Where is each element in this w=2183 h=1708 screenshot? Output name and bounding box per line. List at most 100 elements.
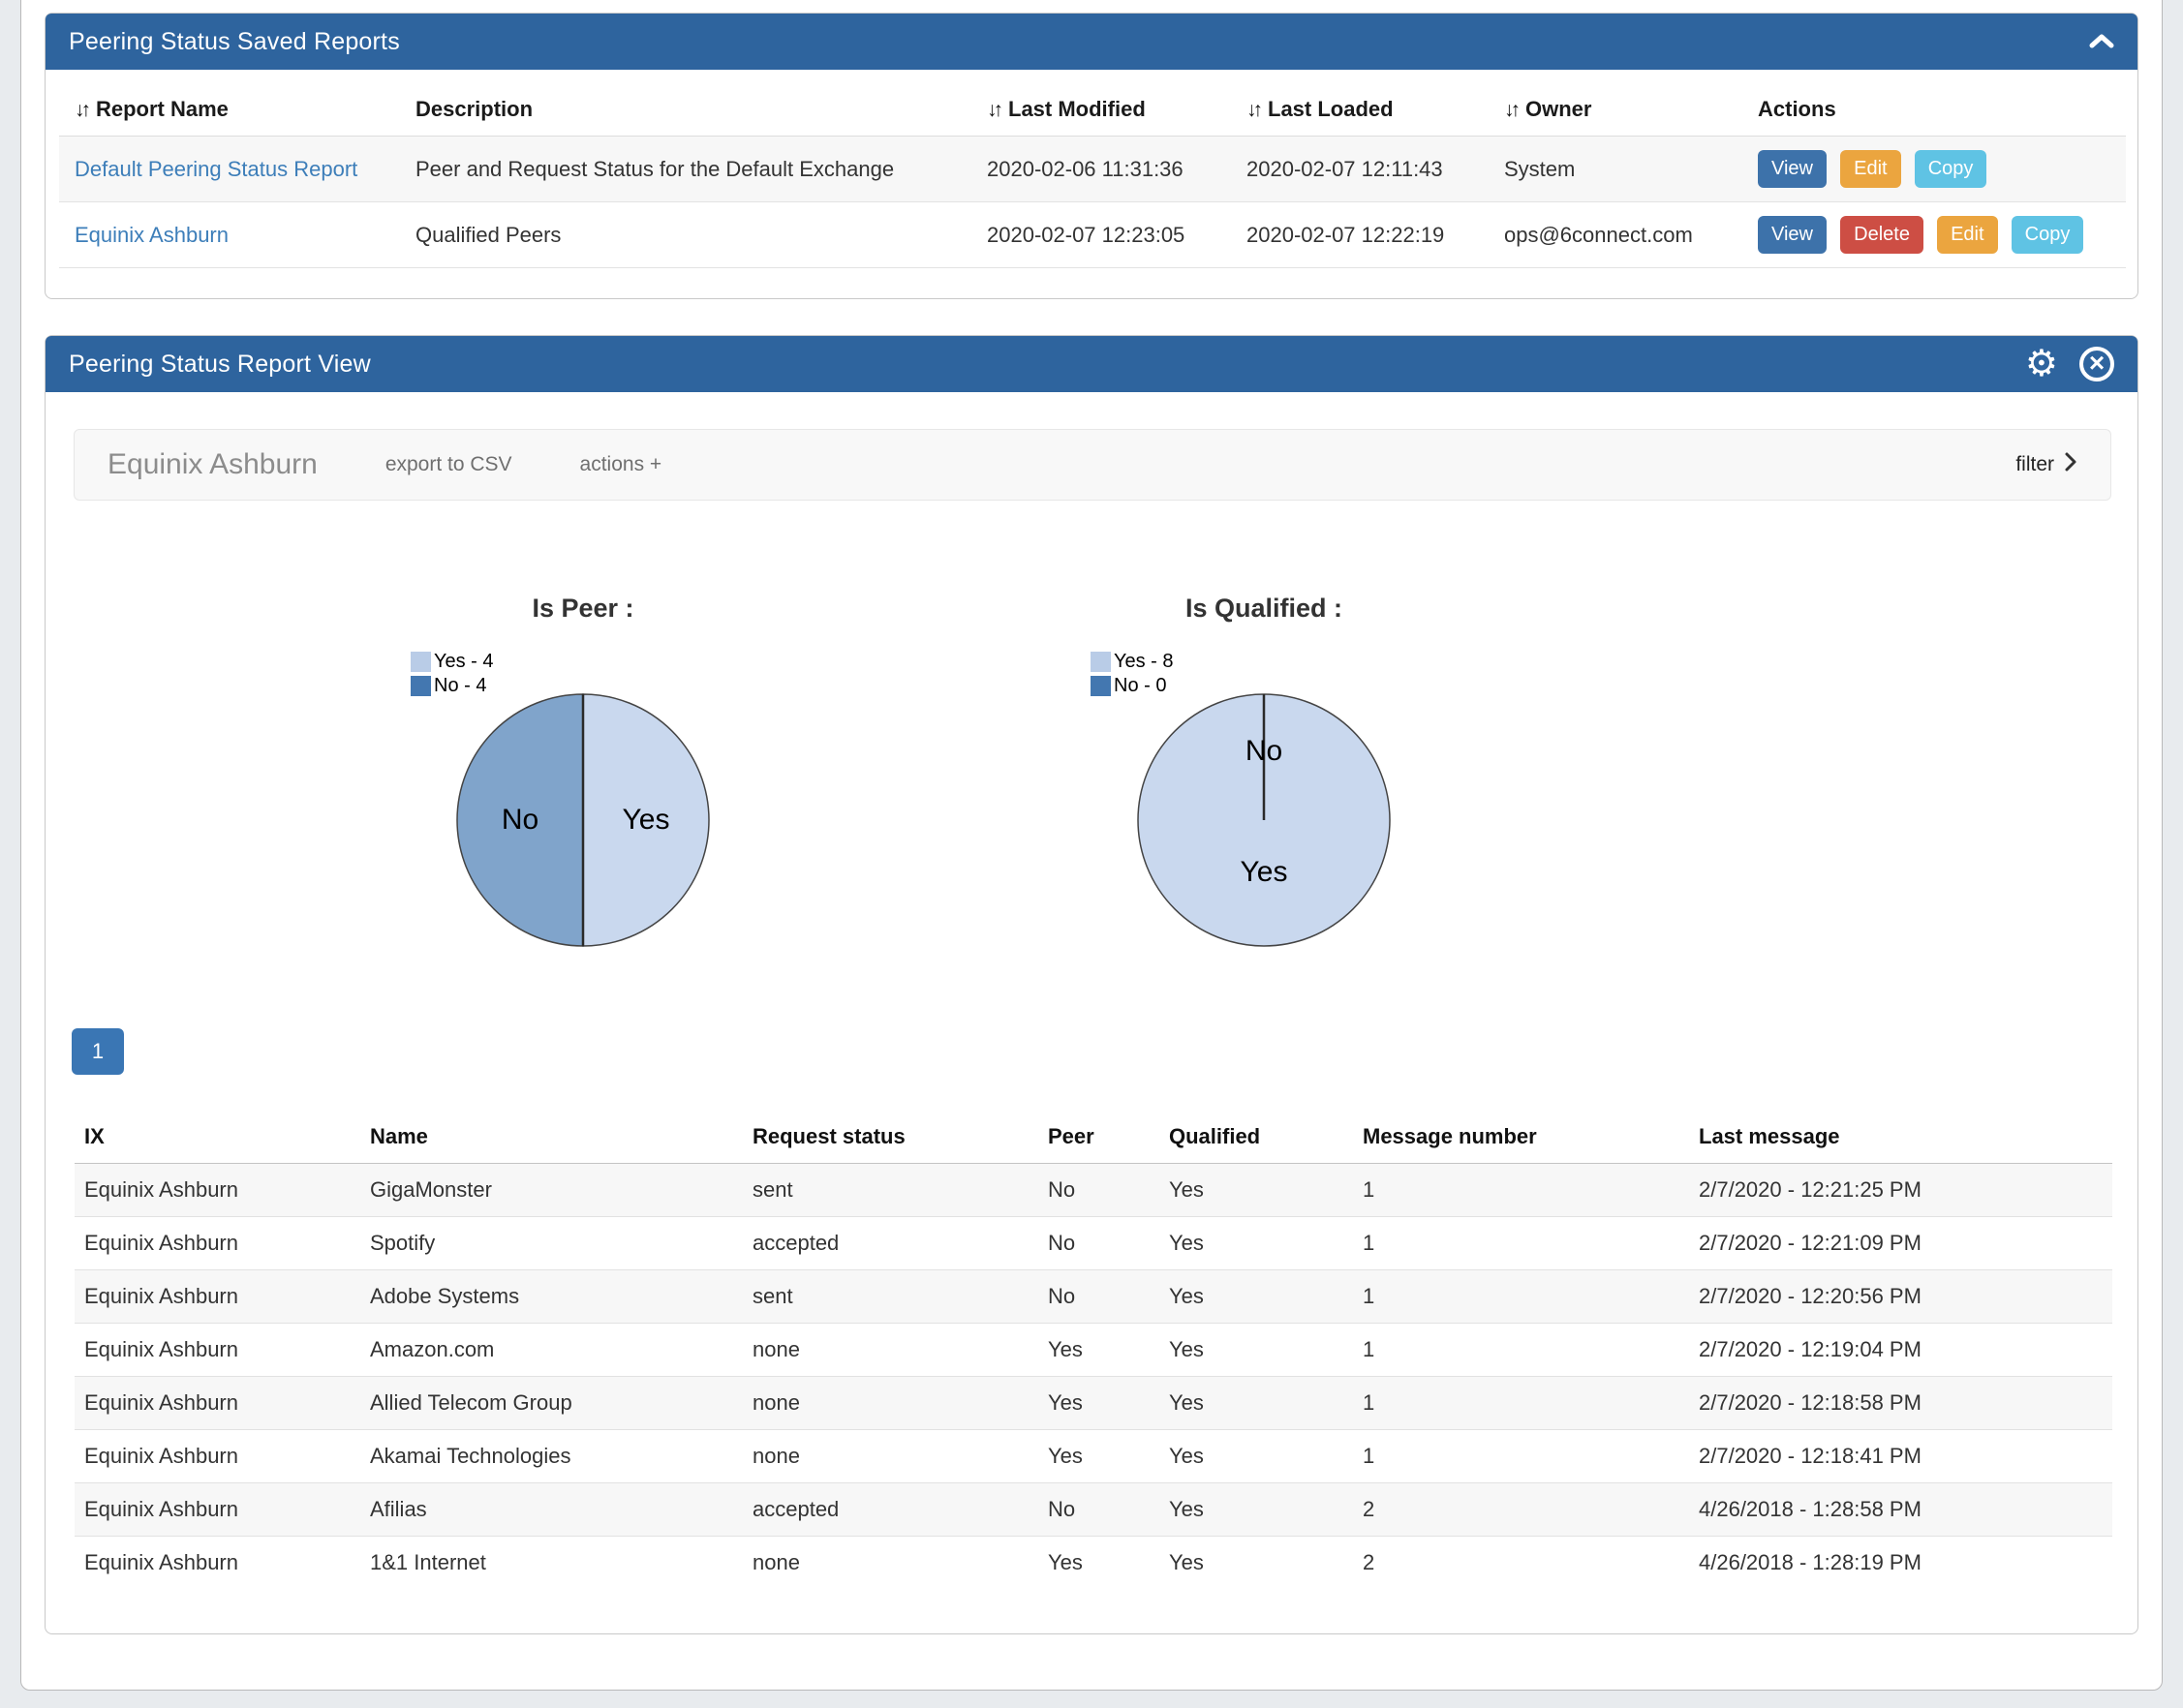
close-icon: × bbox=[2079, 347, 2114, 381]
cell-ix: Equinix Ashburn bbox=[75, 1324, 360, 1377]
report-link[interactable]: Equinix Ashburn bbox=[75, 223, 229, 247]
cell-last-message: 2/7/2020 - 12:18:41 PM bbox=[1689, 1430, 2112, 1483]
cell-request-status: accepted bbox=[743, 1217, 1038, 1270]
saved-reports-header-row: ↓↑Report Name Description ↓↑Last Modifie… bbox=[59, 91, 2126, 137]
cell-last-message: 2/7/2020 - 12:21:09 PM bbox=[1689, 1217, 2112, 1270]
results-table: IX Name Request status Peer Qualified Me… bbox=[75, 1111, 2112, 1589]
cell-name: Amazon.com bbox=[360, 1324, 743, 1377]
settings-button[interactable]: ⚙ bbox=[2025, 346, 2058, 382]
cell-ix: Equinix Ashburn bbox=[75, 1270, 360, 1324]
saved-reports-table: ↓↑Report Name Description ↓↑Last Modifie… bbox=[59, 91, 2126, 268]
cell-actions: View Delete Edit Copy bbox=[1742, 202, 2126, 268]
cell-request-status: sent bbox=[743, 1270, 1038, 1324]
cell-qualified: Yes bbox=[1159, 1164, 1353, 1217]
cell-message-number: 1 bbox=[1353, 1164, 1689, 1217]
chevron-right-icon bbox=[2064, 451, 2077, 478]
column-last-modified[interactable]: ↓↑Last Modified bbox=[971, 91, 1231, 137]
cell-peer: No bbox=[1038, 1270, 1159, 1324]
sort-icon[interactable]: ↓↑ bbox=[75, 99, 87, 121]
column-ix: IX bbox=[75, 1111, 360, 1164]
column-report-name[interactable]: ↓↑Report Name bbox=[59, 91, 400, 137]
actions-menu[interactable]: actions + bbox=[580, 453, 662, 476]
cell-qualified: Yes bbox=[1159, 1377, 1353, 1430]
collapse-panel-button[interactable] bbox=[2089, 33, 2114, 51]
table-row: Equinix Ashburn Afilias accepted No Yes … bbox=[75, 1483, 2112, 1537]
cell-ix: Equinix Ashburn bbox=[75, 1377, 360, 1430]
close-button[interactable]: × bbox=[2079, 347, 2114, 381]
cell-last-message: 4/26/2018 - 1:28:19 PM bbox=[1689, 1537, 2112, 1590]
sort-icon[interactable]: ↓↑ bbox=[987, 99, 999, 121]
pagination-page-1[interactable]: 1 bbox=[72, 1028, 124, 1075]
pie-label-no: No bbox=[1245, 735, 1282, 767]
view-button[interactable]: View bbox=[1758, 216, 1827, 254]
report-view-header: Peering Status Report View ⚙ × bbox=[46, 336, 2137, 392]
cell-peer: Yes bbox=[1038, 1537, 1159, 1590]
cell-request-status: sent bbox=[743, 1164, 1038, 1217]
is-peer-chart: Is Peer : Yes - 4 No - 4 No Yes bbox=[225, 586, 941, 1060]
copy-button[interactable]: Copy bbox=[2012, 216, 2084, 254]
cell-peer: No bbox=[1038, 1483, 1159, 1537]
cell-last-loaded: 2020-02-07 12:11:43 bbox=[1231, 137, 1489, 202]
saved-reports-header: Peering Status Saved Reports bbox=[46, 14, 2137, 70]
cell-peer: No bbox=[1038, 1164, 1159, 1217]
gear-icon: ⚙ bbox=[2025, 346, 2058, 382]
delete-button[interactable]: Delete bbox=[1840, 216, 1923, 254]
report-view-panel: Peering Status Report View ⚙ × Equinix A… bbox=[45, 335, 2138, 1634]
cell-ix: Equinix Ashburn bbox=[75, 1164, 360, 1217]
cell-description: Qualified Peers bbox=[400, 202, 971, 268]
table-row: Equinix Ashburn GigaMonster sent No Yes … bbox=[75, 1164, 2112, 1217]
cell-report-name: Equinix Ashburn bbox=[59, 202, 400, 268]
edit-button[interactable]: Edit bbox=[1937, 216, 1997, 254]
cell-qualified: Yes bbox=[1159, 1270, 1353, 1324]
cell-peer: No bbox=[1038, 1217, 1159, 1270]
column-peer: Peer bbox=[1038, 1111, 1159, 1164]
cell-peer: Yes bbox=[1038, 1430, 1159, 1483]
sort-icon[interactable]: ↓↑ bbox=[1504, 99, 1517, 121]
column-request-status: Request status bbox=[743, 1111, 1038, 1164]
cell-last-message: 2/7/2020 - 12:21:25 PM bbox=[1689, 1164, 2112, 1217]
cell-ix: Equinix Ashburn bbox=[75, 1483, 360, 1537]
cell-message-number: 1 bbox=[1353, 1324, 1689, 1377]
table-row: Equinix Ashburn Allied Telecom Group non… bbox=[75, 1377, 2112, 1430]
edit-button[interactable]: Edit bbox=[1840, 150, 1900, 188]
report-view-title: Peering Status Report View bbox=[69, 351, 371, 379]
cell-qualified: Yes bbox=[1159, 1537, 1353, 1590]
chevron-up-icon bbox=[2089, 33, 2114, 51]
cell-last-modified: 2020-02-07 12:23:05 bbox=[971, 202, 1231, 268]
cell-qualified: Yes bbox=[1159, 1430, 1353, 1483]
filter-toggle[interactable]: filter bbox=[2015, 451, 2077, 478]
chart-title: Is Peer : bbox=[225, 594, 941, 624]
cell-request-status: none bbox=[743, 1324, 1038, 1377]
cell-name: 1&1 Internet bbox=[360, 1537, 743, 1590]
export-csv-link[interactable]: export to CSV bbox=[385, 453, 512, 476]
cell-name: Akamai Technologies bbox=[360, 1430, 743, 1483]
view-button[interactable]: View bbox=[1758, 150, 1827, 188]
pie-chart: No Yes bbox=[455, 692, 711, 948]
cell-owner: ops@6connect.com bbox=[1489, 202, 1742, 268]
column-last-loaded[interactable]: ↓↑Last Loaded bbox=[1231, 91, 1489, 137]
cell-last-loaded: 2020-02-07 12:22:19 bbox=[1231, 202, 1489, 268]
pie-chart: No Yes bbox=[1136, 692, 1392, 948]
table-row: Equinix Ashburn 1&1 Internet none Yes Ye… bbox=[75, 1537, 2112, 1590]
table-row: Equinix Ashburn Akamai Technologies none… bbox=[75, 1430, 2112, 1483]
cell-message-number: 2 bbox=[1353, 1483, 1689, 1537]
cell-name: Spotify bbox=[360, 1217, 743, 1270]
sort-icon[interactable]: ↓↑ bbox=[1246, 99, 1259, 121]
saved-reports-title: Peering Status Saved Reports bbox=[69, 28, 400, 56]
cell-peer: Yes bbox=[1038, 1377, 1159, 1430]
chart-title: Is Qualified : bbox=[906, 594, 1622, 624]
cell-name: Adobe Systems bbox=[360, 1270, 743, 1324]
report-link[interactable]: Default Peering Status Report bbox=[75, 157, 357, 181]
cell-peer: Yes bbox=[1038, 1324, 1159, 1377]
report-name: Equinix Ashburn bbox=[108, 448, 318, 481]
column-last-message: Last message bbox=[1689, 1111, 2112, 1164]
column-owner[interactable]: ↓↑Owner bbox=[1489, 91, 1742, 137]
column-message-number: Message number bbox=[1353, 1111, 1689, 1164]
table-row: Equinix Ashburn Adobe Systems sent No Ye… bbox=[75, 1270, 2112, 1324]
cell-ix: Equinix Ashburn bbox=[75, 1430, 360, 1483]
copy-button[interactable]: Copy bbox=[1915, 150, 1987, 188]
cell-last-modified: 2020-02-06 11:31:36 bbox=[971, 137, 1231, 202]
cell-ix: Equinix Ashburn bbox=[75, 1217, 360, 1270]
table-row: Equinix Ashburn Spotify accepted No Yes … bbox=[75, 1217, 2112, 1270]
cell-name: GigaMonster bbox=[360, 1164, 743, 1217]
